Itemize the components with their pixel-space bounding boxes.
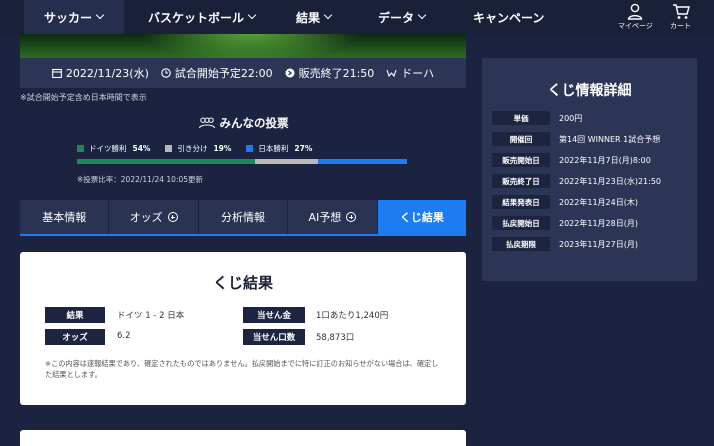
vote-share-bar xyxy=(77,159,407,164)
mypage-label: マイページ xyxy=(618,22,653,30)
chevron-down-icon xyxy=(323,10,333,20)
mypage-button[interactable]: マイページ xyxy=(618,3,653,31)
vote-updated: ※投票比率：2022/11/24 10:05更新 xyxy=(77,175,204,184)
vote-option-pct: 27% xyxy=(294,144,313,153)
winners-value: 58,873口 xyxy=(316,333,355,343)
match-hero-image xyxy=(20,34,466,58)
arrow-right-circle-icon xyxy=(285,68,295,78)
tab-odds[interactable]: オッズ xyxy=(109,200,199,234)
nav-item-soccer[interactable]: サッカー xyxy=(24,0,124,34)
vote-option-pct: 54% xyxy=(132,144,151,153)
detail-label: 単価 xyxy=(492,111,550,125)
result-label: 結果 xyxy=(45,307,105,323)
match-info-bar: 2022/11/23(水) 試合開始予定22:00 販売終了21:50 ドーハ xyxy=(20,58,466,88)
match-date-text: 2022/11/23(水) xyxy=(65,67,149,80)
people-icon xyxy=(198,117,215,129)
cart-label: カート xyxy=(670,22,691,30)
chevron-down-icon xyxy=(95,10,105,20)
nav-item-label: サッカー xyxy=(44,10,93,25)
vote-bar-japan xyxy=(317,159,407,164)
prize-value: 1口あたり1,240円 xyxy=(316,311,389,321)
match-venue-text: ドーハ xyxy=(401,67,435,80)
legend-swatch xyxy=(246,145,254,152)
clock-icon xyxy=(161,68,171,78)
chevron-down-icon xyxy=(247,10,257,20)
tab-label: オッズ xyxy=(129,211,163,224)
timezone-note: ※試合開始予定含め日本時間で表示 xyxy=(20,93,147,102)
detail-label: 販売終了日 xyxy=(492,174,550,188)
tab-lottery-result[interactable]: くじ結果 xyxy=(377,200,467,234)
tab-ai-prediction[interactable]: AI予想 xyxy=(288,200,378,234)
vote-option-label: 引き分け xyxy=(177,144,208,153)
detail-label: 販売開始日 xyxy=(492,153,550,167)
details-title: くじ情報詳細 xyxy=(547,83,632,99)
vote-option-germany: ドイツ勝利 54% xyxy=(77,143,150,154)
vote-legend: ドイツ勝利 54% 引き分け 19% 日本勝利 27% xyxy=(77,143,327,154)
vote-bar-draw xyxy=(255,159,318,164)
next-card xyxy=(20,430,466,446)
nav-item-basketball[interactable]: バスケットボール xyxy=(148,0,257,34)
vote-option-draw: 引き分け 19% xyxy=(165,143,231,154)
detail-label: 払戻開始日 xyxy=(492,216,550,230)
match-start: 試合開始予定22:00 xyxy=(161,65,273,81)
vote-option-pct: 19% xyxy=(213,144,232,153)
detail-value: 2022年11月23日(水)21:50 xyxy=(559,177,662,186)
tab-label: 分析情報 xyxy=(221,211,266,224)
stadium-icon xyxy=(386,69,397,78)
prize-label: 当せん金 xyxy=(243,307,305,323)
detail-value: 2022年11月7日(月)8:00 xyxy=(559,156,651,165)
cart-icon xyxy=(672,4,690,19)
tab-label: AI予想 xyxy=(308,211,342,224)
detail-label: 結果発表日 xyxy=(492,195,550,209)
tab-basic-info[interactable]: 基本情報 xyxy=(20,200,110,234)
result-value: ドイツ 1 - 2 日本 xyxy=(117,311,185,321)
tab-analysis[interactable]: 分析情報 xyxy=(199,200,289,234)
cart-button[interactable]: カート xyxy=(670,3,691,31)
odds-label: オッズ xyxy=(45,329,105,345)
detail-label: 払戻期限 xyxy=(492,237,550,251)
match-sales-end-text: 販売終了21:50 xyxy=(298,67,375,80)
detail-value: 2022年11月28日(月) xyxy=(559,219,638,228)
vote-option-label: 日本勝利 xyxy=(258,144,289,153)
match-sales-end: 販売終了21:50 xyxy=(285,65,375,81)
detail-value: 2023年11月27日(月) xyxy=(559,240,638,249)
top-nav: サッカー バスケットボール 結果 データ キャンペーン マイページ カート xyxy=(0,0,714,34)
nav-item-label: 結果 xyxy=(296,10,321,25)
nav-item-label: バスケットボール xyxy=(148,10,245,25)
nav-item-results[interactable]: 結果 xyxy=(296,0,333,34)
legend-swatch xyxy=(77,145,84,152)
result-disclaimer: ※この内容は速報結果であり、確定されたものではありません。払戻開始までに特に訂正… xyxy=(45,359,439,379)
odds-value: 6.2 xyxy=(117,331,131,341)
result-title: くじ結果 xyxy=(212,274,273,292)
match-venue: ドーハ xyxy=(386,65,434,81)
nav-item-label: キャンペーン xyxy=(473,10,545,25)
detail-value: 第14回 WINNER 1試合予想 xyxy=(559,135,661,144)
vote-option-label: ドイツ勝利 xyxy=(89,144,127,153)
calendar-icon xyxy=(52,68,62,78)
match-date: 2022/11/23(水) xyxy=(52,65,149,81)
lottery-details-panel: くじ情報詳細 単価 200円 開催回 第14回 WINNER 1試合予想 販売開… xyxy=(482,58,697,281)
nav-item-data[interactable]: データ xyxy=(378,0,427,34)
vote-title: みんなの投票 xyxy=(20,115,466,131)
vote-bar-germany xyxy=(77,159,256,164)
nav-item-campaign[interactable]: キャンペーン xyxy=(473,0,544,34)
user-icon xyxy=(628,3,643,20)
winners-label: 当せん口数 xyxy=(243,329,305,345)
tab-bar: 基本情報 オッズ 分析情報 AI予想 くじ結果 xyxy=(20,200,467,236)
result-card: くじ結果 結果 ドイツ 1 - 2 日本 オッズ 6.2 当せん金 1口あたり1… xyxy=(20,252,466,405)
nav-item-label: データ xyxy=(378,10,415,25)
detail-label: 開催回 xyxy=(492,132,550,146)
match-start-text: 試合開始予定22:00 xyxy=(174,67,273,80)
legend-swatch xyxy=(165,145,173,152)
detail-value: 2022年11月24日(木) xyxy=(559,198,638,207)
plus-circle-icon xyxy=(346,212,357,222)
detail-value: 200円 xyxy=(559,114,583,123)
plus-circle-icon xyxy=(167,212,178,222)
tab-label: くじ結果 xyxy=(399,211,444,224)
tab-label: 基本情報 xyxy=(42,211,87,224)
vote-option-japan: 日本勝利 27% xyxy=(246,143,312,154)
chevron-down-icon xyxy=(417,10,427,20)
vote-title-text: みんなの投票 xyxy=(219,116,289,130)
